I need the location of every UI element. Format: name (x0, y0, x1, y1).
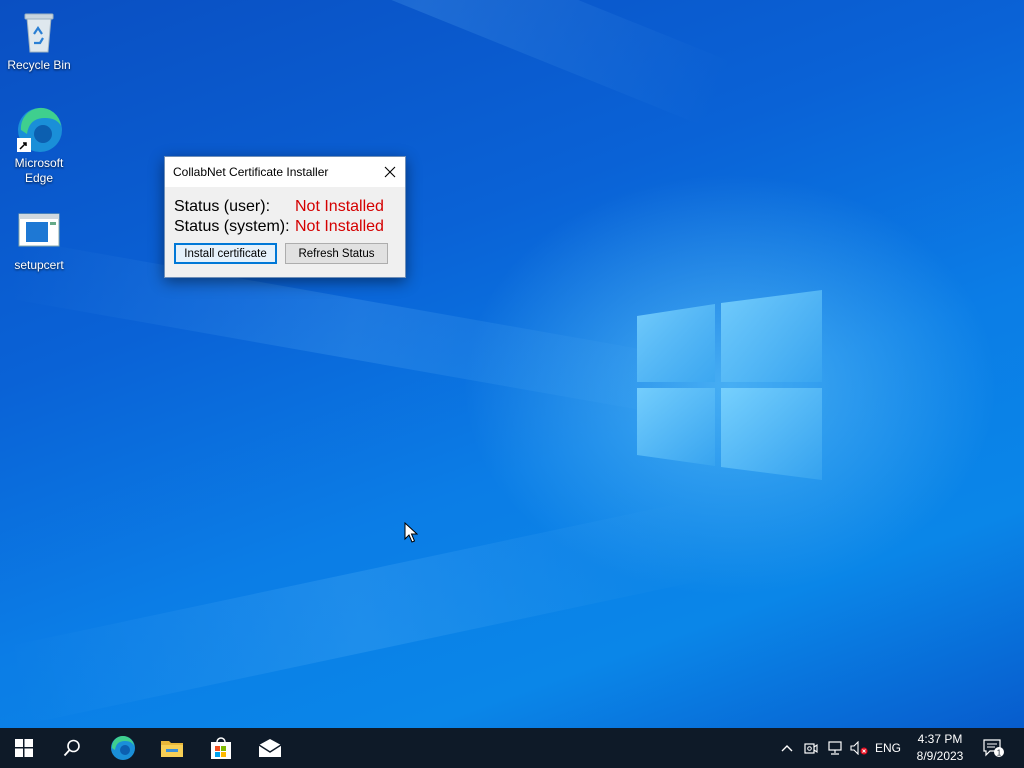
meet-now-icon (804, 743, 818, 754)
desktop-icon-label: Microsoft Edge (14, 156, 64, 185)
desktop-icon-recycle-bin[interactable]: Recycle Bin (1, 8, 77, 73)
status-system-row: Status (system): Not Installed (174, 217, 396, 237)
folder-icon (161, 741, 183, 757)
language-indicator: ENG (874, 741, 901, 755)
status-system-label: Status (system): (174, 218, 290, 235)
search-button[interactable] (48, 728, 96, 768)
notification-count: 1 (997, 748, 1002, 757)
volume-button[interactable] (848, 728, 870, 768)
mail-icon (258, 739, 282, 757)
taskbar-mail[interactable] (246, 728, 294, 768)
clock-time: 4:37 PM (917, 732, 963, 746)
dialog-title: CollabNet Certificate Installer (173, 165, 329, 179)
status-user-label: Status (user): (174, 198, 271, 215)
certificate-installer-dialog: CollabNet Certificate Installer Status (… (164, 156, 406, 278)
install-certificate-button[interactable]: Install certificate (174, 243, 277, 264)
show-hidden-icons-button[interactable] (777, 728, 797, 768)
dialog-titlebar[interactable]: CollabNet Certificate Installer (165, 157, 405, 187)
status-user-row: Status (user): Not Installed (174, 197, 396, 217)
desktop-icon-label: Recycle Bin (7, 58, 71, 72)
desktop: Recycle Bin Microsoft Edge setupcert Col… (0, 0, 1024, 728)
chevron-up-icon (781, 745, 793, 752)
close-icon (384, 166, 396, 178)
application-window-icon (15, 208, 63, 256)
edge-icon (15, 106, 63, 154)
desktop-icon-microsoft-edge[interactable]: Microsoft Edge (1, 106, 77, 186)
search-icon (63, 739, 80, 757)
desktop-icon-label: setupcert (14, 258, 64, 272)
taskbar-file-explorer[interactable] (148, 728, 196, 768)
light-ray (132, 0, 734, 128)
close-button[interactable] (375, 157, 405, 187)
input-language-button[interactable]: ENG (872, 728, 904, 768)
edge-icon (111, 735, 135, 760)
windows-logo-wallpaper (637, 290, 822, 480)
light-ray (6, 500, 709, 725)
taskbar-edge[interactable] (99, 728, 147, 768)
taskbar-microsoft-store[interactable] (197, 728, 245, 768)
clock-button[interactable]: 4:37 PM 8/9/2023 (910, 728, 970, 768)
status-user-value: Not Installed (295, 198, 384, 215)
desktop-icon-setupcert[interactable]: setupcert (1, 208, 77, 273)
recycle-bin-icon (15, 8, 63, 56)
status-system-value: Not Installed (295, 218, 384, 235)
start-button[interactable] (0, 728, 48, 768)
clock-date: 8/9/2023 (916, 749, 964, 763)
store-icon (211, 737, 231, 759)
refresh-status-button[interactable]: Refresh Status (285, 243, 388, 264)
network-icon (828, 741, 842, 755)
action-center-button[interactable]: 1 (978, 728, 1008, 768)
network-button[interactable] (825, 728, 845, 768)
notification-icon: 1 (983, 739, 1004, 757)
taskbar: ENG 4:37 PM 8/9/2023 1 (0, 728, 1024, 768)
windows-start-icon (15, 739, 33, 757)
mouse-pointer-icon (404, 522, 418, 543)
meet-now-button[interactable] (801, 728, 821, 768)
volume-muted-icon (850, 741, 868, 755)
